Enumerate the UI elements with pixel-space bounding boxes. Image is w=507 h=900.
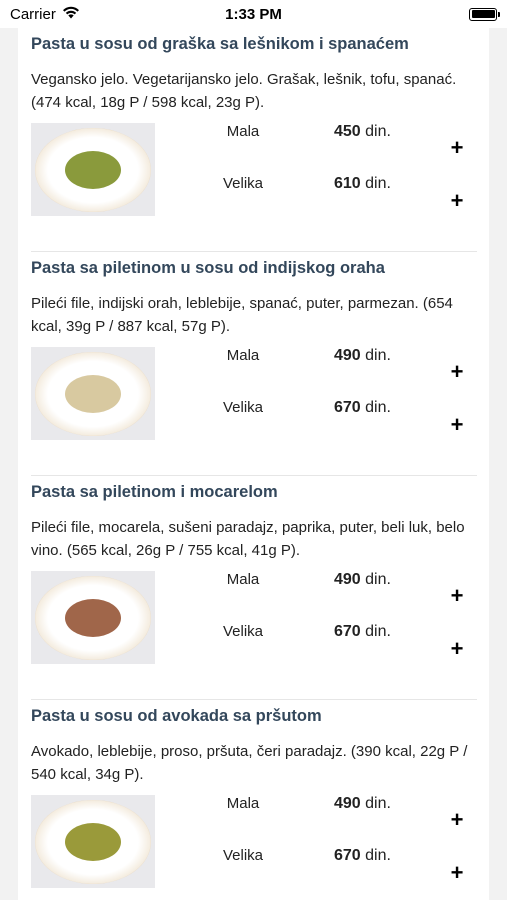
menu-list: Pasta u sosu od graška sa lešnikom i spa… bbox=[18, 28, 489, 900]
plate-graphic bbox=[35, 575, 151, 660]
price-large: 670 din. bbox=[334, 399, 391, 416]
size-label-large: Velika bbox=[222, 847, 264, 864]
food-graphic bbox=[65, 822, 121, 861]
item-title: Pasta u sosu od avokada sa pršutom bbox=[31, 707, 322, 725]
item-options: Mala 490 din. + Velika 670 din. + bbox=[31, 347, 477, 451]
size-label-large: Velika bbox=[222, 399, 264, 416]
dish-image[interactable] bbox=[31, 571, 155, 664]
price-small: 490 din. bbox=[334, 347, 391, 364]
price-large: 670 din. bbox=[334, 847, 391, 864]
price-small: 490 din. bbox=[334, 795, 391, 812]
size-label-small: Mala bbox=[226, 571, 260, 588]
menu-item: Pasta u sosu od graška sa lešnikom i spa… bbox=[31, 28, 477, 252]
item-title: Pasta u sosu od graška sa lešnikom i spa… bbox=[31, 35, 409, 53]
item-description: Pileći file, mocarela, sušeni paradajz, … bbox=[31, 519, 465, 559]
dish-image[interactable] bbox=[31, 123, 155, 216]
size-label-large: Velika bbox=[222, 623, 264, 640]
price-large: 670 din. bbox=[334, 623, 391, 640]
item-options: Mala 490 din. + Velika 670 din. + bbox=[31, 571, 477, 675]
price-large: 610 din. bbox=[334, 175, 391, 192]
menu-item: Pasta sa piletinom i mocarelom Pileći fi… bbox=[31, 476, 477, 700]
item-title: Pasta sa piletinom u sosu od indijskog o… bbox=[31, 259, 385, 277]
dish-image[interactable] bbox=[31, 795, 155, 888]
size-label-small: Mala bbox=[226, 123, 260, 140]
dish-image[interactable] bbox=[31, 347, 155, 440]
status-bar: Carrier 1:33 PM bbox=[0, 0, 507, 28]
item-options: Mala 490 din. + Velika 670 din. + bbox=[31, 795, 477, 899]
add-large-button[interactable]: + bbox=[442, 410, 472, 440]
menu-item: Pasta sa piletinom u sosu od indijskog o… bbox=[31, 252, 477, 476]
plate-graphic bbox=[35, 351, 151, 436]
add-large-button[interactable]: + bbox=[442, 858, 472, 888]
status-left: Carrier bbox=[10, 6, 80, 23]
size-label-small: Mala bbox=[226, 347, 260, 364]
wifi-icon bbox=[62, 6, 80, 23]
size-label-large: Velika bbox=[222, 175, 264, 192]
add-large-button[interactable]: + bbox=[442, 634, 472, 664]
food-graphic bbox=[65, 598, 121, 637]
item-options: Mala 450 din. + Velika 610 din. + bbox=[31, 123, 477, 227]
food-graphic bbox=[65, 150, 121, 189]
add-small-button[interactable]: + bbox=[442, 133, 472, 163]
item-description: Vegansko jelo. Vegetarijansko jelo. Graš… bbox=[31, 71, 457, 111]
food-graphic bbox=[65, 374, 121, 413]
plate-graphic bbox=[35, 127, 151, 212]
add-small-button[interactable]: + bbox=[442, 581, 472, 611]
size-label-small: Mala bbox=[226, 795, 260, 812]
menu-item: Pasta u sosu od avokada sa pršutom Avoka… bbox=[31, 700, 477, 900]
item-description: Pileći file, indijski orah, leblebije, s… bbox=[31, 295, 453, 335]
carrier-label: Carrier bbox=[10, 5, 56, 23]
item-description: Avokado, leblebije, proso, pršuta, čeri … bbox=[31, 743, 468, 783]
add-small-button[interactable]: + bbox=[442, 805, 472, 835]
price-small: 490 din. bbox=[334, 571, 391, 588]
price-small: 450 din. bbox=[334, 123, 391, 140]
battery-icon bbox=[469, 7, 500, 21]
plate-graphic bbox=[35, 799, 151, 884]
add-large-button[interactable]: + bbox=[442, 186, 472, 216]
add-small-button[interactable]: + bbox=[442, 357, 472, 387]
item-title: Pasta sa piletinom i mocarelom bbox=[31, 483, 278, 501]
